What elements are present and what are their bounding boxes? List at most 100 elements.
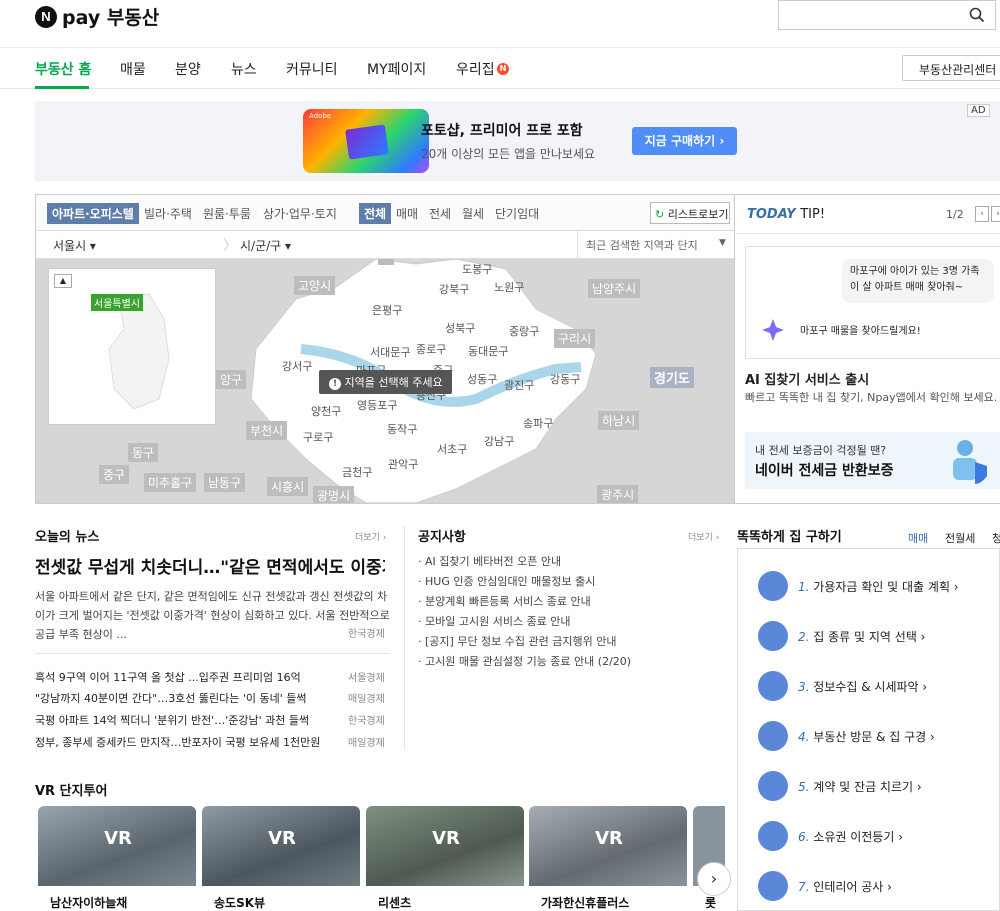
nav-myhome[interactable]: 우리집 [456, 59, 495, 79]
district-label[interactable]: 성북구 [445, 320, 475, 336]
news-item[interactable]: "강남까지 40분이면 간다"…3호선 뚫린다는 '이 동네' 들썩 매일경제 [35, 690, 390, 710]
ai-chat-card[interactable]: 마포구에 아이가 있는 3명 가족이 살 아파트 매매 찾아줘~ 마포구 매물을… [745, 246, 1000, 359]
naver-logo-icon[interactable]: N [35, 6, 57, 28]
district-label[interactable]: 성동구 [467, 371, 497, 387]
brand-title[interactable]: pay 부동산 [62, 3, 159, 30]
prev-tip-button[interactable]: ‹ [975, 206, 989, 222]
notice-item[interactable]: · HUG 인증 안심임대인 매물정보 출시 [418, 573, 595, 589]
city-label[interactable]: 하남시 [598, 411, 640, 430]
ad-buy-button[interactable]: 지금 구매하기 › [632, 127, 737, 155]
district-label[interactable]: 서초구 [437, 441, 467, 457]
news-item[interactable]: 흑석 9구역 이어 11구역 올 첫삽 ...입주권 프리미엄 16억 서울경제 [35, 669, 390, 689]
district-label[interactable]: 강서구 [282, 358, 312, 374]
guide-step[interactable]: 7. 인테리어 공사 › [758, 871, 998, 901]
city-label[interactable]: 광명시 [313, 486, 355, 503]
city-label[interactable]: 광주시 [597, 485, 639, 503]
collapse-icon[interactable]: ▲ [54, 274, 72, 288]
map-view[interactable]: ▲ 서울특별시 도봉구 노원구 강북구 은평구 성북구 중랑구 종로구 동대문구… [36, 259, 734, 503]
tab-deal-monthly[interactable]: 월세 [462, 205, 484, 222]
nav-news[interactable]: 뉴스 [231, 59, 257, 79]
mini-map-label[interactable]: 서울특별시 [91, 294, 143, 311]
city-label[interactable]: 중구 [99, 465, 130, 484]
search-icon[interactable] [969, 7, 985, 23]
service-title[interactable]: AI 집찾기 서비스 출시 [745, 369, 869, 388]
guarantee-banner[interactable]: 내 전세 보증금이 걱정될 땐? 네이버 전세금 반환보증 [745, 432, 1000, 489]
next-tip-button[interactable]: › [991, 206, 1000, 222]
district-label[interactable]: 동작구 [387, 421, 417, 437]
district-label[interactable]: 관악구 [388, 456, 418, 472]
guide-step[interactable]: 3. 정보수집 & 시세파악 › [758, 671, 998, 701]
korea-mini-map[interactable]: ▲ 서울특별시 [48, 268, 216, 425]
district-label[interactable]: 서대문구 [370, 344, 410, 360]
search-input[interactable] [778, 0, 996, 30]
district-label[interactable]: 은평구 [372, 302, 402, 318]
news-summary[interactable]: 서울 아파트에서 같은 단지, 같은 면적임에도 신규 전셋값과 갱신 전셋값의… [35, 587, 391, 644]
tab-commercial[interactable]: 상가·업무·토지 [263, 205, 337, 222]
nav-presale[interactable]: 분양 [175, 59, 201, 79]
district-label[interactable]: 강동구 [550, 371, 580, 387]
list-view-button[interactable]: ↻ 리스트로보기 [650, 202, 730, 224]
guide-step[interactable]: 1. 가용자금 확인 및 대출 계획 › [758, 571, 998, 601]
city-label[interactable]: 동구 [128, 443, 159, 462]
district-label[interactable]: 강북구 [439, 281, 469, 297]
news-headline[interactable]: 전셋값 무섭게 치솟더니…"같은 면적에서도 이중가격" [35, 553, 385, 578]
news-item[interactable]: 국평 아파트 14억 찍더니 '분위기 반전'…'준강남' 과천 들썩 한국경제 [35, 712, 390, 732]
province-label[interactable]: 경기도 [650, 367, 694, 388]
ad-mark[interactable]: AD [967, 104, 990, 117]
tab-deal-jeonse[interactable]: 전세 [429, 205, 451, 222]
city-label[interactable]: 고양시 [294, 276, 336, 295]
ad-banner[interactable]: Adobe 포토샵, 프리미어 프로 포함 20개 이상의 모든 앱을 만나보세… [35, 101, 1000, 181]
notice-item[interactable]: · [공지] 무단 정보 수집 관련 금지행위 안내 [418, 633, 616, 649]
dropdown-icon[interactable]: ▼ [719, 238, 726, 248]
city-label[interactable]: 남양주시 [588, 279, 641, 298]
district-label[interactable]: 강남구 [484, 433, 514, 449]
region-city-select[interactable]: 서울시 ▾ [53, 237, 96, 254]
city-label[interactable]: 구리시 [554, 329, 596, 348]
guide-tab-sub[interactable]: 청 [992, 530, 1000, 546]
district-label[interactable]: 영등포구 [357, 397, 397, 413]
tab-deal-sale[interactable]: 매매 [396, 205, 418, 222]
notice-item[interactable]: · 고시원 매물 관심설정 기능 종료 안내 (2/20) [418, 653, 631, 669]
news-more-link[interactable]: 더보기 › [355, 530, 386, 543]
district-label[interactable]: 광진구 [504, 377, 534, 393]
notice-more-link[interactable]: 더보기 › [688, 530, 719, 543]
region-district-select[interactable]: 시/군/구 ▾ [240, 237, 291, 254]
vr-card[interactable]: VR 송도SK뷰 [202, 806, 360, 911]
nav-community[interactable]: 커뮤니티 [286, 59, 338, 79]
vr-next-button[interactable]: › [697, 862, 731, 896]
nav-home[interactable]: 부동산 홈 [35, 59, 91, 79]
district-label[interactable]: 도봉구 [462, 261, 492, 277]
vr-card[interactable]: VR 가좌한신휴플러스 [529, 806, 687, 911]
mgmt-center-button[interactable]: 부동산관리센터 [902, 55, 1000, 81]
guide-step[interactable]: 6. 소유권 이전등기 › [758, 821, 998, 851]
district-label[interactable]: 양천구 [311, 403, 341, 419]
guide-tab-rent[interactable]: 전월세 [945, 530, 975, 546]
notice-item[interactable]: · 분양계획 빠른등록 서비스 종료 안내 [418, 593, 591, 609]
news-item[interactable]: 정부, 종부세 증세카드 만지작…반포자이 국평 보유세 1천만원 매일경제 [35, 734, 390, 754]
nav-mypage[interactable]: MY페이지 [367, 59, 426, 79]
adobe-ad-image[interactable]: Adobe [303, 109, 429, 173]
guide-step[interactable]: 2. 집 종류 및 지역 선택 › [758, 621, 998, 651]
notice-item[interactable]: · 모바일 고시원 서비스 종료 안내 [418, 613, 571, 629]
tab-villa[interactable]: 빌라·주택 [144, 205, 192, 222]
notice-item[interactable]: · AI 집찾기 베타버전 오픈 안내 [418, 553, 561, 569]
district-label[interactable]: 노원구 [494, 279, 524, 295]
recent-search[interactable]: 최근 검색한 지역과 단지 [586, 237, 698, 253]
city-label[interactable]: 부천시 [246, 421, 288, 440]
tab-deal-short[interactable]: 단기임대 [495, 205, 539, 222]
district-label[interactable]: 구로구 [303, 429, 333, 445]
guide-step[interactable]: 5. 계약 및 잔금 치르기 › [758, 771, 998, 801]
nav-listings[interactable]: 매물 [120, 59, 146, 79]
tab-oneroom[interactable]: 원룸·투룸 [203, 205, 251, 222]
guide-tab-sale[interactable]: 매매 [908, 530, 928, 546]
city-label[interactable]: 남동구 [204, 473, 246, 492]
guide-step[interactable]: 4. 부동산 방문 & 집 구경 › [758, 721, 998, 751]
city-label[interactable]: 미추홀구 [144, 473, 197, 492]
district-label[interactable]: 송파구 [523, 415, 553, 431]
district-label[interactable]: 중랑구 [509, 323, 539, 339]
district-label[interactable]: 동대문구 [468, 343, 508, 359]
vr-card[interactable]: VR 리센츠 [366, 806, 524, 911]
district-label[interactable]: 금천구 [342, 464, 372, 480]
district-label[interactable]: 종로구 [416, 341, 446, 357]
tab-deal-all[interactable]: 전체 [359, 203, 392, 224]
